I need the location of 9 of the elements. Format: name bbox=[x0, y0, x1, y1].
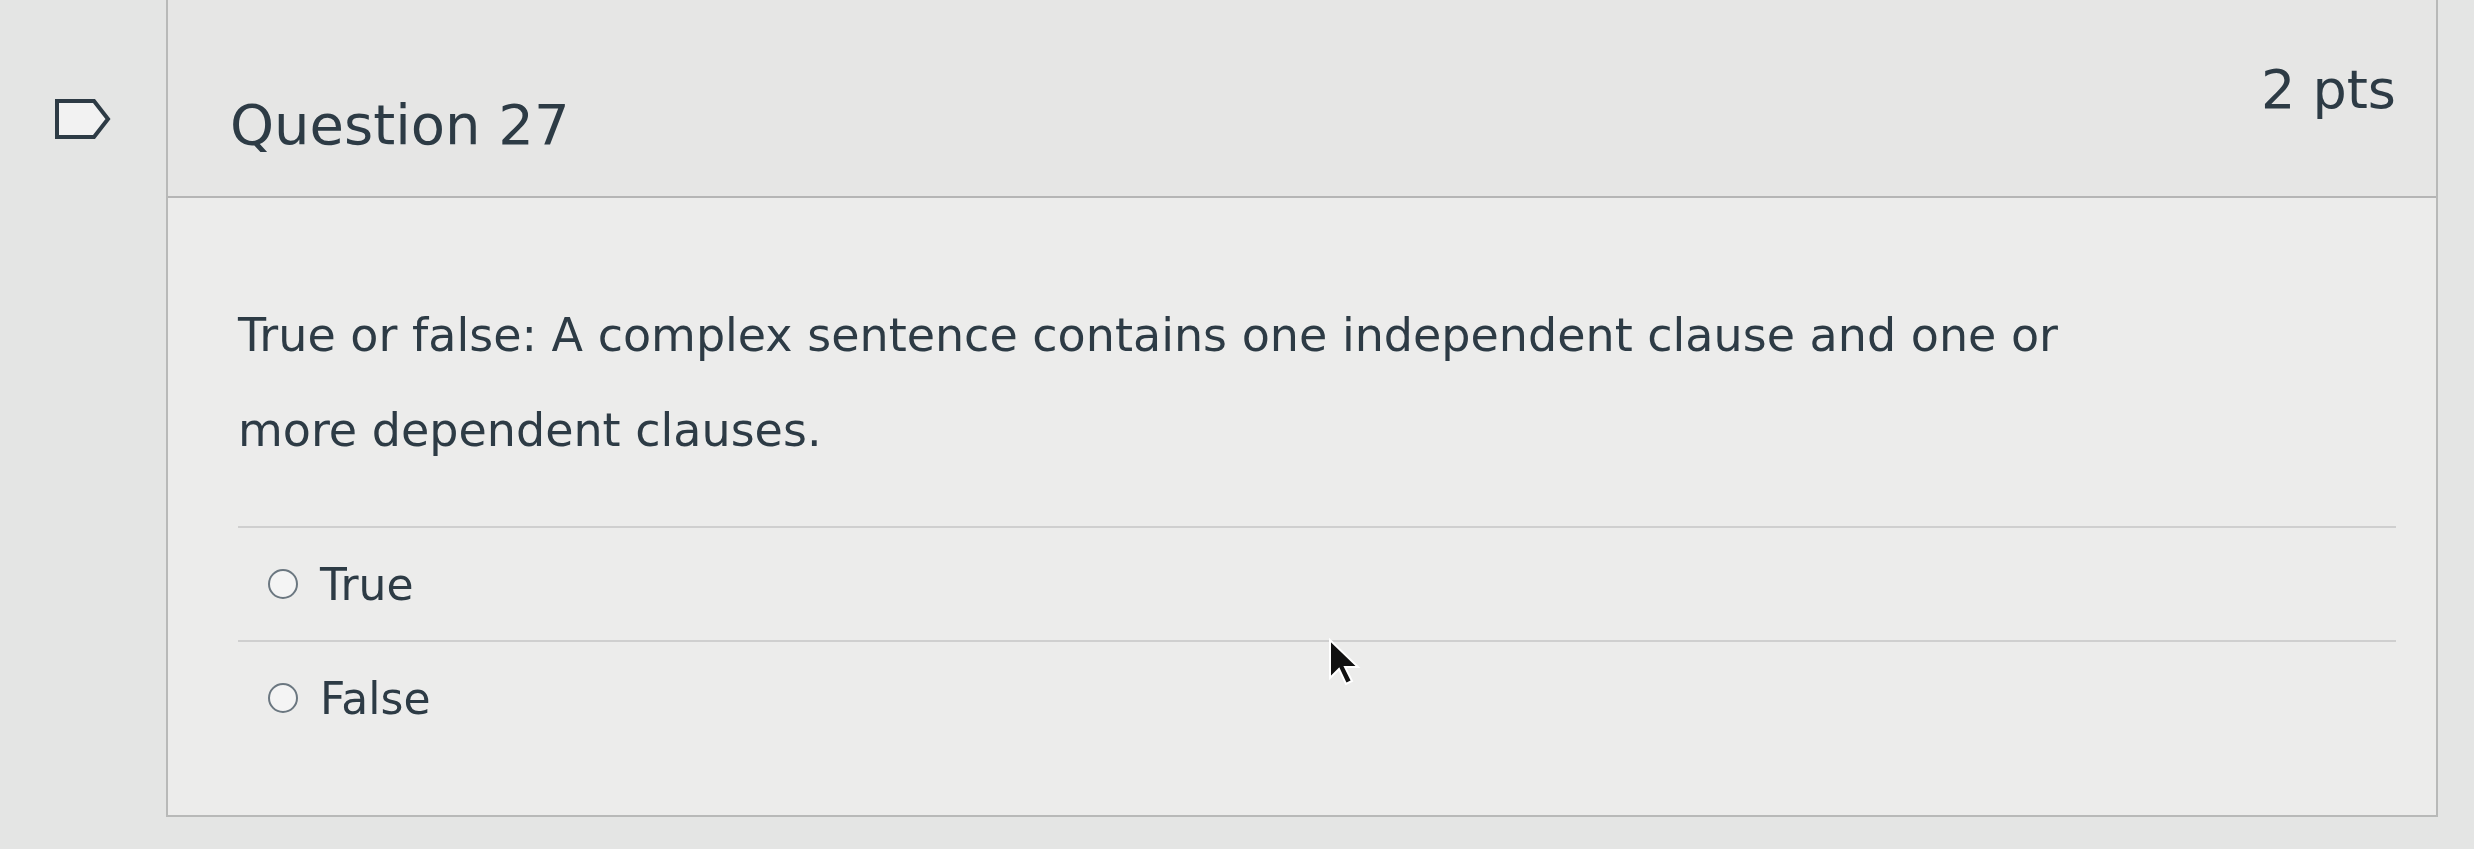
question-text: True or false: A complex sentence contains one independent clause and one or more dependent clauses. bbox=[238, 307, 2060, 459]
flag-icon[interactable] bbox=[54, 98, 112, 140]
answer-label[interactable]: False bbox=[320, 672, 431, 724]
points-label: 2 pts bbox=[2260, 58, 2396, 121]
cursor-icon bbox=[1328, 638, 1362, 686]
radio-button[interactable] bbox=[268, 569, 298, 599]
answer-label[interactable]: True bbox=[320, 558, 414, 610]
radio-button[interactable] bbox=[268, 683, 298, 713]
question-title: Question 27 bbox=[230, 92, 570, 157]
